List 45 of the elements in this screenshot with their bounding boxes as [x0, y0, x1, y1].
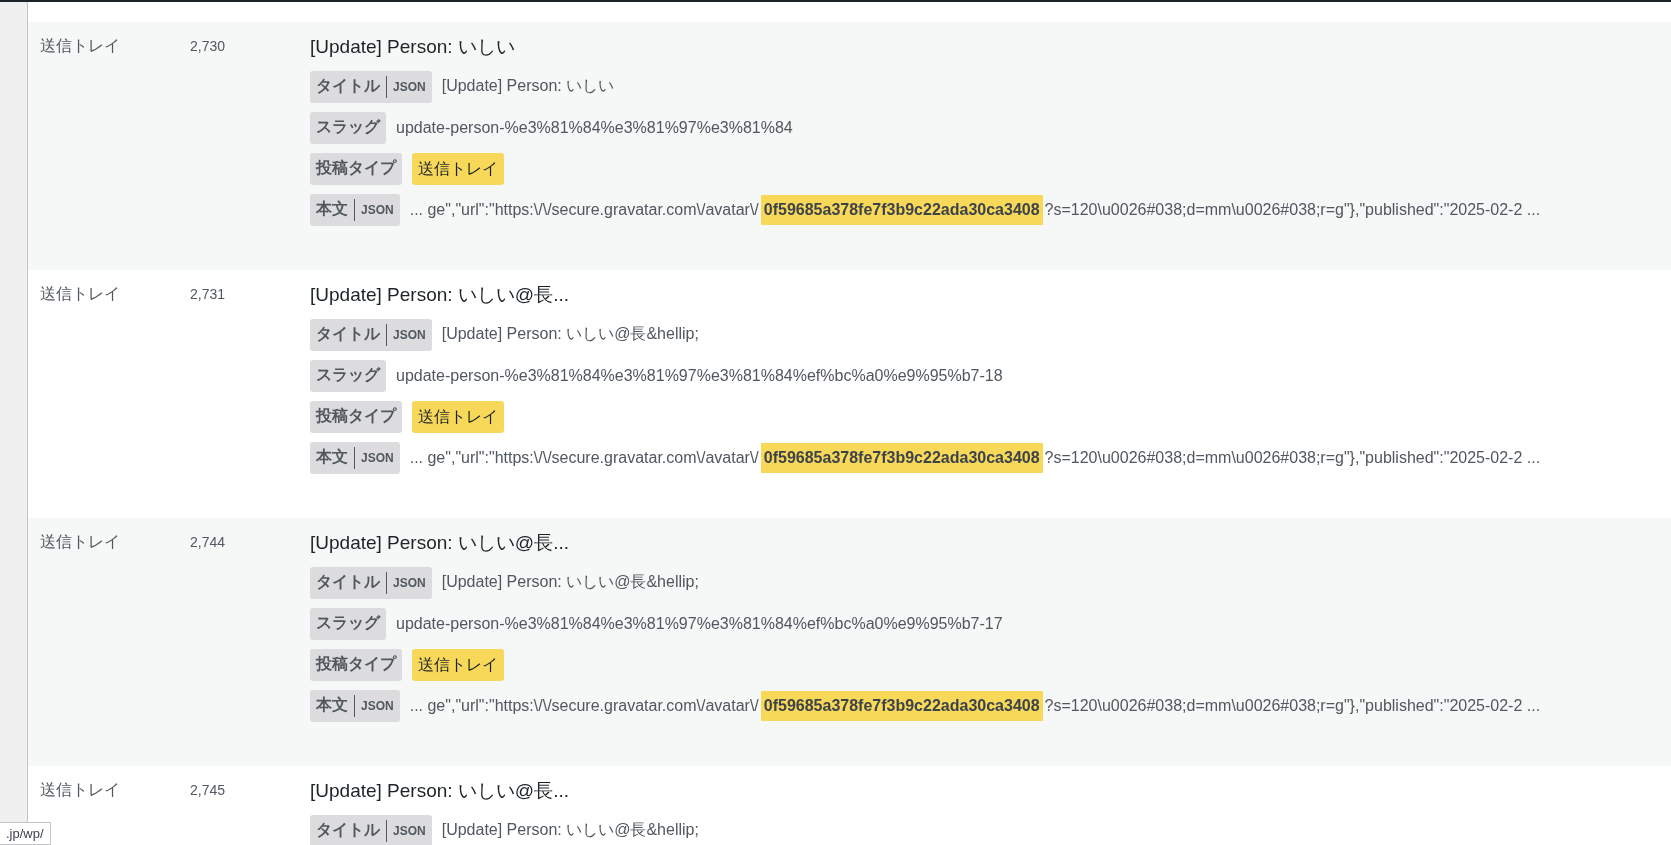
field-tag: 本文 JSON: [310, 689, 400, 722]
field-tag: タイトル JSON: [310, 318, 432, 351]
status-text: 送信トレイ: [40, 533, 120, 550]
post-title: [Update] Person: いしい@長...: [310, 531, 570, 555]
body-excerpt: ... ge","url":"https:\/\/secure.gravatar.com\/avatar\/: [409, 696, 759, 715]
highlighted-hash: 0f59685a378fe7f3b9c22ada30ca3408: [760, 194, 1043, 225]
post-title: [Update] Person: いしい: [310, 35, 516, 59]
post-title: [Update] Person: いしい@長...: [310, 283, 570, 307]
field-value: update-person-%e3%81%84%e3%81%97%e3%81%84%ef%bc%a0%e9%95%b7-17: [396, 614, 1003, 633]
field-tag: 投稿タイプ: [310, 152, 402, 185]
field-tag: スラッグ: [310, 111, 386, 144]
field-tag: 投稿タイプ: [310, 648, 402, 681]
field-value: update-person-%e3%81%84%e3%81%97%e3%81%84: [396, 118, 793, 137]
field-tag: 本文 JSON: [310, 441, 400, 474]
highlighted-hash: 0f59685a378fe7f3b9c22ada30ca3408: [760, 442, 1043, 473]
field-tag: 本文 JSON: [310, 193, 400, 226]
field-value: [Update] Person: いしい@長&hellip;: [441, 572, 699, 592]
field-tag: タイトル JSON: [310, 814, 432, 845]
field-value: [Update] Person: いしい@長&hellip;: [441, 820, 699, 840]
body-excerpt: ?s=120\u0026#038;d=mm\u0026#038;r=g"},"published":"2025-02-2 ...: [1044, 696, 1541, 715]
status-text: 送信トレイ: [40, 37, 120, 54]
post-type-badge: 送信トレイ: [412, 400, 504, 433]
status-url-tooltip: .jp/wp/: [0, 822, 51, 845]
post-type-badge: 送信トレイ: [412, 648, 504, 681]
status-text: 送信トレイ: [40, 781, 120, 798]
body-excerpt: ... ge","url":"https:\/\/secure.gravatar.com\/avatar\/: [409, 448, 759, 467]
body-excerpt: ... ge","url":"https:\/\/secure.gravatar.com\/avatar\/: [409, 200, 759, 219]
highlighted-hash: 0f59685a378fe7f3b9c22ada30ca3408: [760, 690, 1043, 721]
id-text: 2,731: [190, 286, 226, 302]
field-tag: スラッグ: [310, 359, 386, 392]
post-title: [Update] Person: いしい@長...: [310, 779, 570, 803]
field-value: [Update] Person: いしい@長&hellip;: [441, 324, 699, 344]
id-text: 2,730: [190, 38, 226, 54]
field-tag: 投稿タイプ: [310, 400, 402, 433]
id-text: 2,744: [190, 534, 226, 550]
field-tag: タイトル JSON: [310, 70, 432, 103]
field-value: update-person-%e3%81%84%e3%81%97%e3%81%84%ef%bc%a0%e9%95%b7-18: [396, 366, 1003, 385]
field-tag: タイトル JSON: [310, 566, 432, 599]
body-excerpt: ?s=120\u0026#038;d=mm\u0026#038;r=g"},"published":"2025-02-2 ...: [1044, 200, 1541, 219]
id-text: 2,745: [190, 782, 226, 798]
status-text: 送信トレイ: [40, 285, 120, 302]
field-value: [Update] Person: いしい: [441, 76, 615, 96]
field-tag: スラッグ: [310, 607, 386, 640]
body-excerpt: ?s=120\u0026#038;d=mm\u0026#038;r=g"},"published":"2025-02-2 ...: [1044, 448, 1541, 467]
post-type-badge: 送信トレイ: [412, 152, 504, 185]
